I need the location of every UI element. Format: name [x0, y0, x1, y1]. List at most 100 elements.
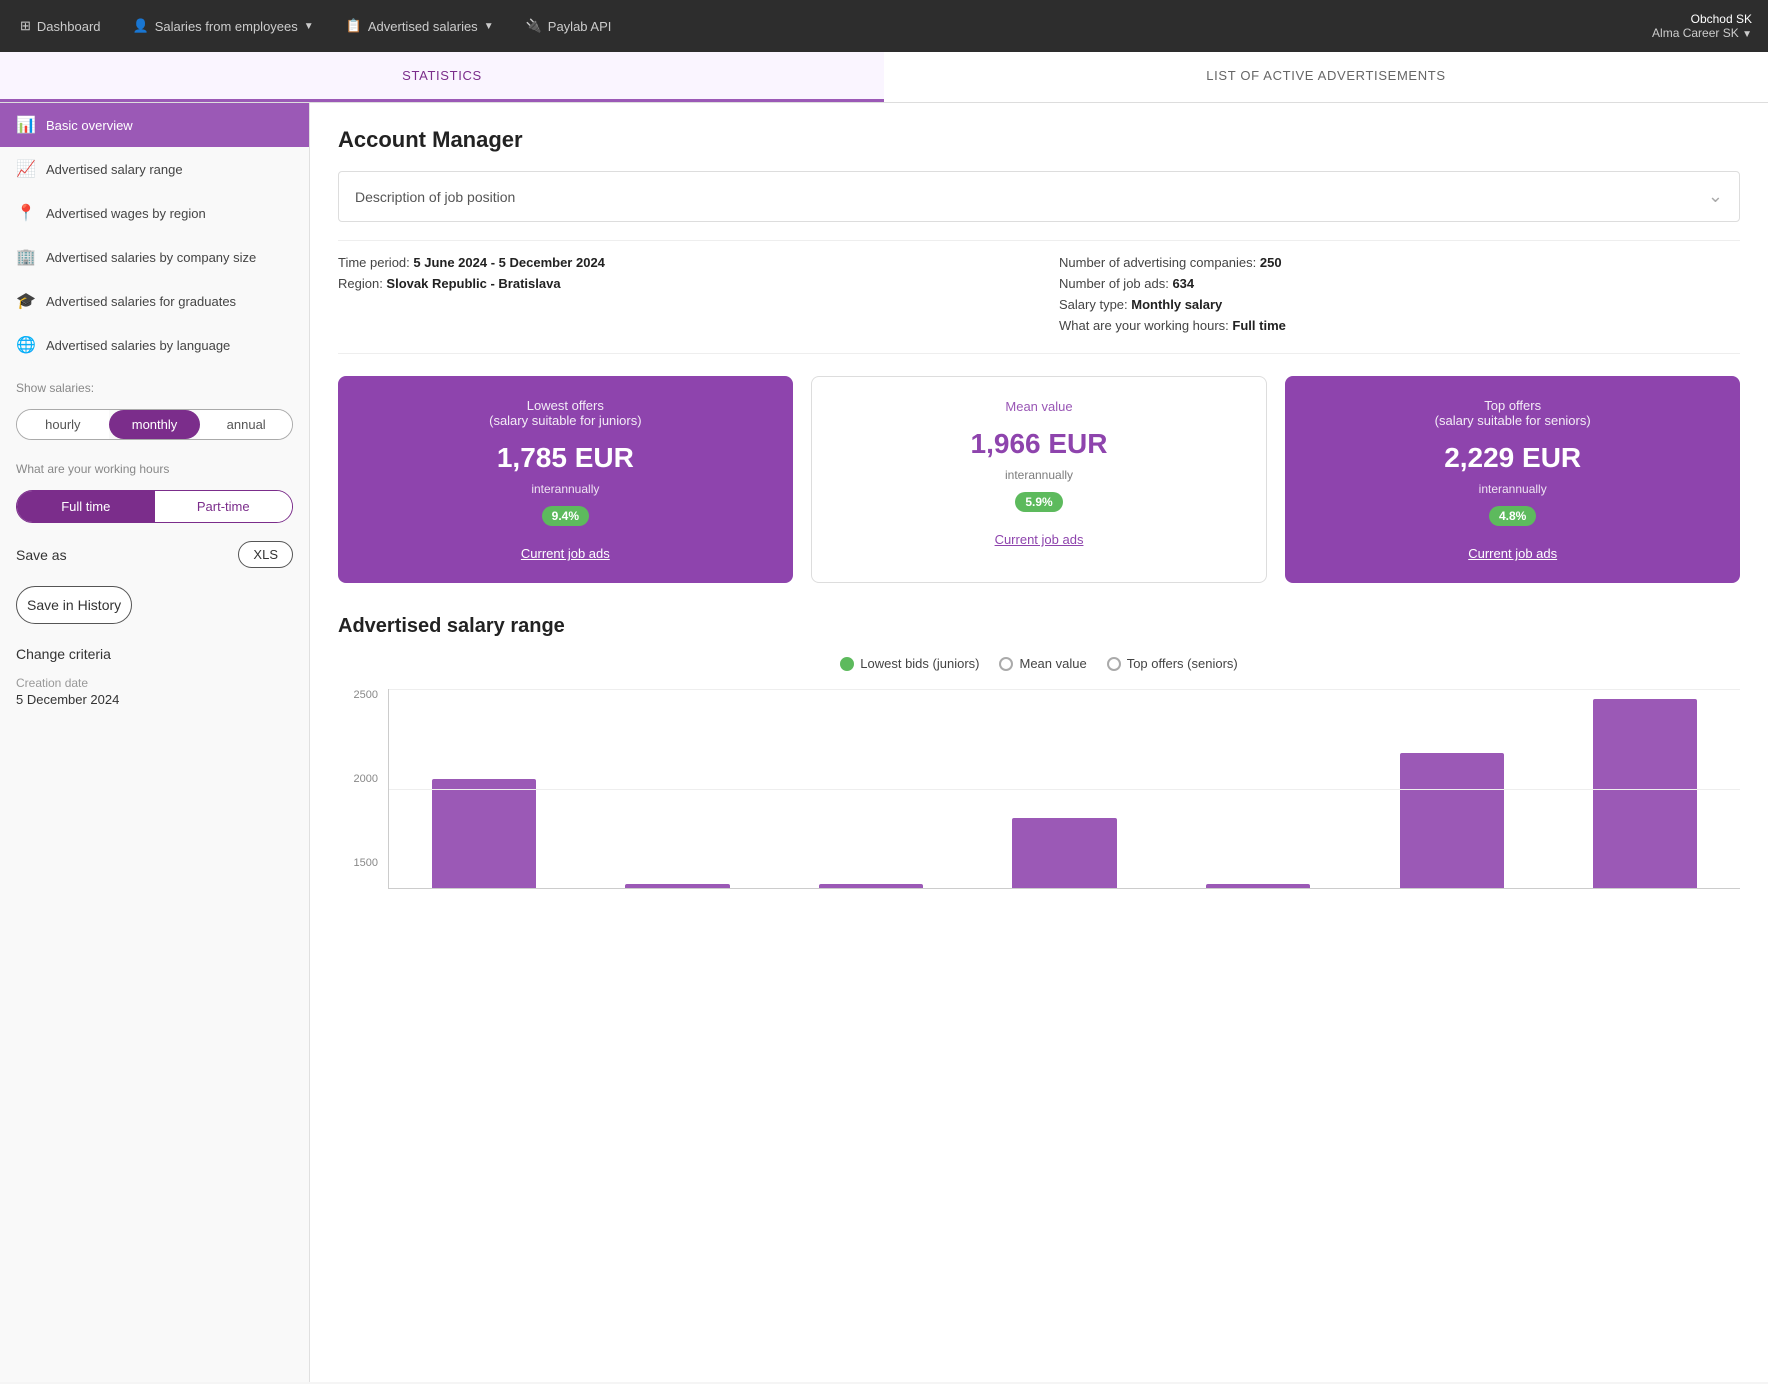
- advertised-salaries-icon: 📋: [346, 18, 362, 34]
- mean-card-title: Mean value: [828, 399, 1251, 414]
- sidebar-item-basic-overview[interactable]: 📊 Basic overview: [0, 103, 309, 147]
- legend-mean-value[interactable]: Mean value: [999, 656, 1086, 671]
- toggle-annual[interactable]: annual: [200, 410, 292, 439]
- dropdown-icon-advertised: ▼: [484, 21, 494, 32]
- nav-salaries-employees[interactable]: 👤 Salaries from employees ▼: [129, 12, 318, 40]
- sidebar-item-advertised-wages-region[interactable]: 📍 Advertised wages by region: [0, 191, 309, 235]
- tab-statistics[interactable]: STATISTICS: [0, 52, 884, 102]
- nav-paylab-api[interactable]: 🔌 Paylab API: [522, 12, 616, 40]
- change-criteria-label: Change criteria: [0, 632, 309, 666]
- chart-area: 2500 2000 1500: [338, 689, 1740, 889]
- chart-bars-container: [388, 689, 1740, 889]
- legend-top-offers[interactable]: Top offers (seniors): [1107, 656, 1238, 671]
- mean-card-period: interannually: [828, 468, 1251, 482]
- user-info: Obchod SK Alma Career SK ▼: [1652, 12, 1752, 40]
- salary-type-row: Salary type: Monthly salary: [1059, 297, 1740, 312]
- salaries-graduates-icon: 🎓: [16, 291, 36, 311]
- advertised-salary-range-icon: 📈: [16, 159, 36, 179]
- lowest-card-link[interactable]: Current job ads: [354, 546, 777, 561]
- sidebar-item-advertised-salary-range[interactable]: 📈 Advertised salary range: [0, 147, 309, 191]
- advertising-companies-row: Number of advertising companies: 250: [1059, 255, 1740, 270]
- salary-card-lowest: Lowest offers (salary suitable for junio…: [338, 376, 793, 583]
- dropdown-icon-employees: ▼: [304, 21, 314, 32]
- show-salaries-label: Show salaries:: [0, 367, 309, 401]
- creation-date-value: 5 December 2024: [0, 692, 309, 707]
- chart-y-axis: 2500 2000 1500: [338, 689, 384, 869]
- bar-6: [1400, 753, 1504, 888]
- description-label: Description of job position: [355, 189, 515, 205]
- legend-lowest-bids[interactable]: Lowest bids (juniors): [840, 656, 979, 671]
- xls-button[interactable]: XLS: [238, 541, 293, 568]
- description-box[interactable]: Description of job position ⌄: [338, 171, 1740, 222]
- lowest-card-title: Lowest offers (salary suitable for junio…: [354, 398, 777, 428]
- mean-card-amount: 1,966 EUR: [828, 428, 1251, 460]
- legend-circle-lowest: [840, 657, 854, 671]
- region-row: Region: Slovak Republic - Bratislava: [338, 276, 1019, 291]
- top-card-amount: 2,229 EUR: [1301, 442, 1724, 474]
- bar-7: [1593, 699, 1697, 888]
- save-as-label: Save as: [16, 547, 67, 563]
- basic-overview-icon: 📊: [16, 115, 36, 135]
- bar-2: [625, 884, 729, 888]
- mean-card-badge: 5.9%: [1015, 492, 1062, 512]
- sidebar-item-advertised-salaries-company[interactable]: 🏢 Advertised salaries by company size: [0, 235, 309, 279]
- job-ads-row: Number of job ads: 634: [1059, 276, 1740, 291]
- info-col-right: Number of advertising companies: 250 Num…: [1059, 255, 1740, 339]
- legend-circle-top: [1107, 657, 1121, 671]
- bar-1: [432, 779, 536, 888]
- mean-card-link[interactable]: Current job ads: [828, 532, 1251, 547]
- toggle-full-time[interactable]: Full time: [17, 491, 155, 522]
- salary-cards: Lowest offers (salary suitable for junio…: [338, 376, 1740, 583]
- lowest-card-amount: 1,785 EUR: [354, 442, 777, 474]
- grid-line-top: [389, 689, 1740, 690]
- salary-toggle: hourly monthly annual: [16, 409, 293, 440]
- tab-active-ads[interactable]: LIST OF ACTIVE ADVERTISEMENTS: [884, 52, 1768, 102]
- sidebar-item-advertised-salaries-graduates[interactable]: 🎓 Advertised salaries for graduates: [0, 279, 309, 323]
- bar-5: [1206, 884, 1310, 888]
- user-org-dropdown[interactable]: Alma Career SK ▼: [1652, 26, 1752, 40]
- salaries-company-icon: 🏢: [16, 247, 36, 267]
- nav-dashboard[interactable]: ⊞ Dashboard: [16, 12, 105, 40]
- lowest-card-badge: 9.4%: [542, 506, 589, 526]
- grid-line-middle: [389, 789, 1740, 790]
- y-label-2500: 2500: [354, 689, 378, 701]
- top-navigation: ⊞ Dashboard 👤 Salaries from employees ▼ …: [0, 0, 1768, 52]
- y-label-2000: 2000: [354, 773, 378, 785]
- save-as-row: Save as XLS: [0, 531, 309, 578]
- salary-card-top: Top offers (salary suitable for seniors)…: [1285, 376, 1740, 583]
- y-label-1500: 1500: [354, 857, 378, 869]
- sidebar-item-advertised-salaries-language[interactable]: 🌐 Advertised salaries by language: [0, 323, 309, 367]
- info-col-left: Time period: 5 June 2024 - 5 December 20…: [338, 255, 1019, 339]
- bar-4: [1012, 818, 1116, 888]
- save-history-button[interactable]: Save in History: [16, 586, 132, 624]
- working-hours-label: What are your working hours: [0, 448, 309, 482]
- page-title: Account Manager: [338, 127, 1740, 153]
- salary-card-mean: Mean value 1,966 EUR interannually 5.9% …: [811, 376, 1268, 583]
- chart-legend: Lowest bids (juniors) Mean value Top off…: [338, 656, 1740, 671]
- time-period-row: Time period: 5 June 2024 - 5 December 20…: [338, 255, 1019, 270]
- legend-circle-mean: [999, 657, 1013, 671]
- chart-section-title: Advertised salary range: [338, 615, 1740, 638]
- chevron-down-icon: ⌄: [1708, 186, 1723, 207]
- top-card-title: Top offers (salary suitable for seniors): [1301, 398, 1724, 428]
- creation-date-label: Creation date: [0, 666, 309, 692]
- main-content: Account Manager Description of job posit…: [310, 103, 1768, 1382]
- working-hours-info-row: What are your working hours: Full time: [1059, 318, 1740, 333]
- top-card-link[interactable]: Current job ads: [1301, 546, 1724, 561]
- salaries-language-icon: 🌐: [16, 335, 36, 355]
- toggle-monthly[interactable]: monthly: [109, 410, 201, 439]
- dashboard-icon: ⊞: [20, 18, 31, 34]
- sidebar: 📊 Basic overview 📈 Advertised salary ran…: [0, 103, 310, 1382]
- toggle-part-time[interactable]: Part-time: [155, 491, 293, 522]
- salaries-employees-icon: 👤: [133, 18, 149, 34]
- user-dropdown-icon: ▼: [1742, 29, 1752, 40]
- toggle-hourly[interactable]: hourly: [17, 410, 109, 439]
- paylab-api-icon: 🔌: [526, 18, 542, 34]
- wages-region-icon: 📍: [16, 203, 36, 223]
- info-grid: Time period: 5 June 2024 - 5 December 20…: [338, 240, 1740, 354]
- nav-advertised-salaries[interactable]: 📋 Advertised salaries ▼: [342, 12, 498, 40]
- top-card-badge: 4.8%: [1489, 506, 1536, 526]
- hours-toggle: Full time Part-time: [16, 490, 293, 523]
- lowest-card-period: interannually: [354, 482, 777, 496]
- top-card-period: interannually: [1301, 482, 1724, 496]
